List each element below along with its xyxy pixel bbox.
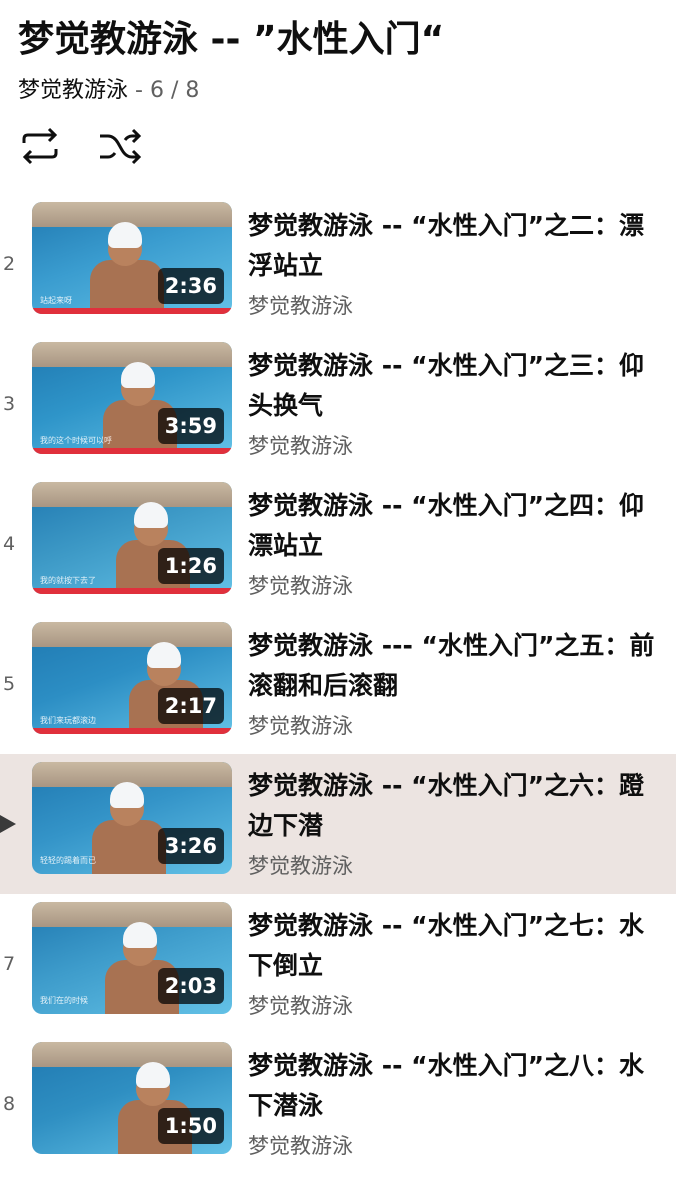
duration-badge: 1:50: [157, 1108, 224, 1144]
playlist-row[interactable]: 4 我的就按下去了 1:26 梦觉教游泳 -- “水性入门”之四：仰漂站立梦觉教游泳: [0, 474, 676, 614]
subtitle-caption: 我们在的时候: [40, 996, 88, 1005]
video-title[interactable]: 梦觉教游泳 -- “水性入门”之八：水下潜泳: [248, 1046, 658, 1126]
playlist-row[interactable]: 2 站起来呀 2:36 梦觉教游泳 -- “水性入门”之二：漂浮站立梦觉教游泳: [0, 194, 676, 334]
watched-progress-bar: [32, 588, 232, 594]
now-playing-icon: [0, 754, 22, 894]
swim-cap: [147, 642, 181, 668]
video-title[interactable]: 梦觉教游泳 -- “水性入门”之六：蹬边下潜: [248, 766, 658, 846]
video-channel: 梦觉教游泳: [248, 1134, 353, 1158]
video-index: 3: [2, 393, 16, 415]
swimmer-body: [92, 820, 166, 874]
swim-cap: [134, 502, 168, 528]
video-title[interactable]: 梦觉教游泳 -- “水性入门”之三：仰头换气: [248, 346, 658, 426]
watched-progress-bar: [32, 728, 232, 734]
video-index: 5: [2, 673, 16, 695]
pool-edge: [32, 1042, 232, 1067]
video-index: 4: [2, 533, 16, 555]
swim-cap: [108, 222, 142, 248]
swim-cap: [110, 782, 144, 808]
playlist-video-list: 2 站起来呀 2:36 梦觉教游泳 -- “水性入门”之二：漂浮站立梦觉教游泳 3 我的这…: [0, 194, 676, 1174]
playlist-header: 梦觉教游泳 -- ”水性入门“ 梦觉教游泳 - 6 / 8: [0, 0, 676, 200]
video-title[interactable]: 梦觉教游泳 -- “水性入门”之四：仰漂站立: [248, 486, 658, 566]
playlist-channel-link[interactable]: 梦觉教游泳: [18, 78, 128, 103]
swim-cap: [121, 362, 155, 388]
duration-badge: 3:26: [157, 828, 224, 864]
playlist-row[interactable]: 轻轻的踢着而已 3:26 梦觉教游泳 -- “水性入门”之六：蹬边下潜梦觉教游泳: [0, 754, 676, 894]
video-channel: 梦觉教游泳: [248, 714, 353, 738]
swim-cap: [136, 1062, 170, 1088]
playlist-subtitle: 梦觉教游泳 - 6 / 8: [18, 76, 199, 106]
playlist-row[interactable]: 5 我们来玩都滚边 2:17 梦觉教游泳 --- “水性入门”之五：前滚翻和后滚翻梦觉…: [0, 614, 676, 754]
watched-progress-bar: [32, 448, 232, 454]
duration-badge: 1:26: [157, 548, 224, 584]
video-title[interactable]: 梦觉教游泳 -- “水性入门”之七：水下倒立: [248, 906, 658, 986]
playlist-controls: [18, 126, 178, 166]
video-title[interactable]: 梦觉教游泳 -- “水性入门”之二：漂浮站立: [248, 206, 658, 286]
subtitle-caption: 我们来玩都滚边: [40, 716, 96, 725]
video-thumbnail[interactable]: 轻轻的踢着而已 3:26: [32, 762, 232, 874]
video-index: 8: [2, 1093, 16, 1115]
watched-progress-bar: [32, 308, 232, 314]
video-thumbnail[interactable]: 1:50: [32, 1042, 232, 1154]
loop-icon: [22, 127, 58, 165]
video-thumbnail[interactable]: 我的就按下去了 1:26: [32, 482, 232, 594]
subtitle-caption: 我的就按下去了: [40, 576, 96, 585]
duration-badge: 2:36: [157, 268, 224, 304]
duration-badge: 3:59: [157, 408, 224, 444]
video-channel: 梦觉教游泳: [248, 294, 353, 318]
video-title[interactable]: 梦觉教游泳 --- “水性入门”之五：前滚翻和后滚翻: [248, 626, 658, 706]
swimmer-body: [90, 260, 164, 314]
duration-badge: 2:17: [157, 688, 224, 724]
pool-edge: [32, 482, 232, 507]
video-thumbnail[interactable]: 我们在的时候 2:03: [32, 902, 232, 1014]
video-thumbnail[interactable]: 我的这个时候可以呼 3:59: [32, 342, 232, 454]
video-channel: 梦觉教游泳: [248, 994, 353, 1018]
subtitle-caption: 我的这个时候可以呼: [40, 436, 112, 445]
video-thumbnail[interactable]: 站起来呀 2:36: [32, 202, 232, 314]
subtitle-caption: 站起来呀: [40, 296, 72, 305]
duration-badge: 2:03: [157, 968, 224, 1004]
shuffle-icon: [100, 128, 142, 165]
subtitle-caption: 轻轻的踢着而已: [40, 856, 96, 865]
video-index: 7: [2, 953, 16, 975]
playlist-row[interactable]: 3 我的这个时候可以呼 3:59 梦觉教游泳 -- “水性入门”之三：仰头换气梦觉教游…: [0, 334, 676, 474]
video-channel: 梦觉教游泳: [248, 434, 353, 458]
video-index: 2: [2, 253, 16, 275]
playlist-title: 梦觉教游泳 -- ”水性入门“: [18, 19, 445, 60]
swim-cap: [123, 922, 157, 948]
video-thumbnail[interactable]: 我们来玩都滚边 2:17: [32, 622, 232, 734]
playlist-row[interactable]: 7 我们在的时候 2:03 梦觉教游泳 -- “水性入门”之七：水下倒立梦觉教游泳: [0, 894, 676, 1034]
playlist-position: - 6 / 8: [135, 78, 200, 103]
shuffle-button[interactable]: [98, 126, 142, 166]
loop-button[interactable]: [18, 126, 62, 166]
pool-edge: [32, 622, 232, 647]
video-channel: 梦觉教游泳: [248, 574, 353, 598]
video-channel: 梦觉教游泳: [248, 854, 353, 878]
playlist-row[interactable]: 8 1:50 梦觉教游泳 -- “水性入门”之八：水下潜泳梦觉教游泳: [0, 1034, 676, 1174]
